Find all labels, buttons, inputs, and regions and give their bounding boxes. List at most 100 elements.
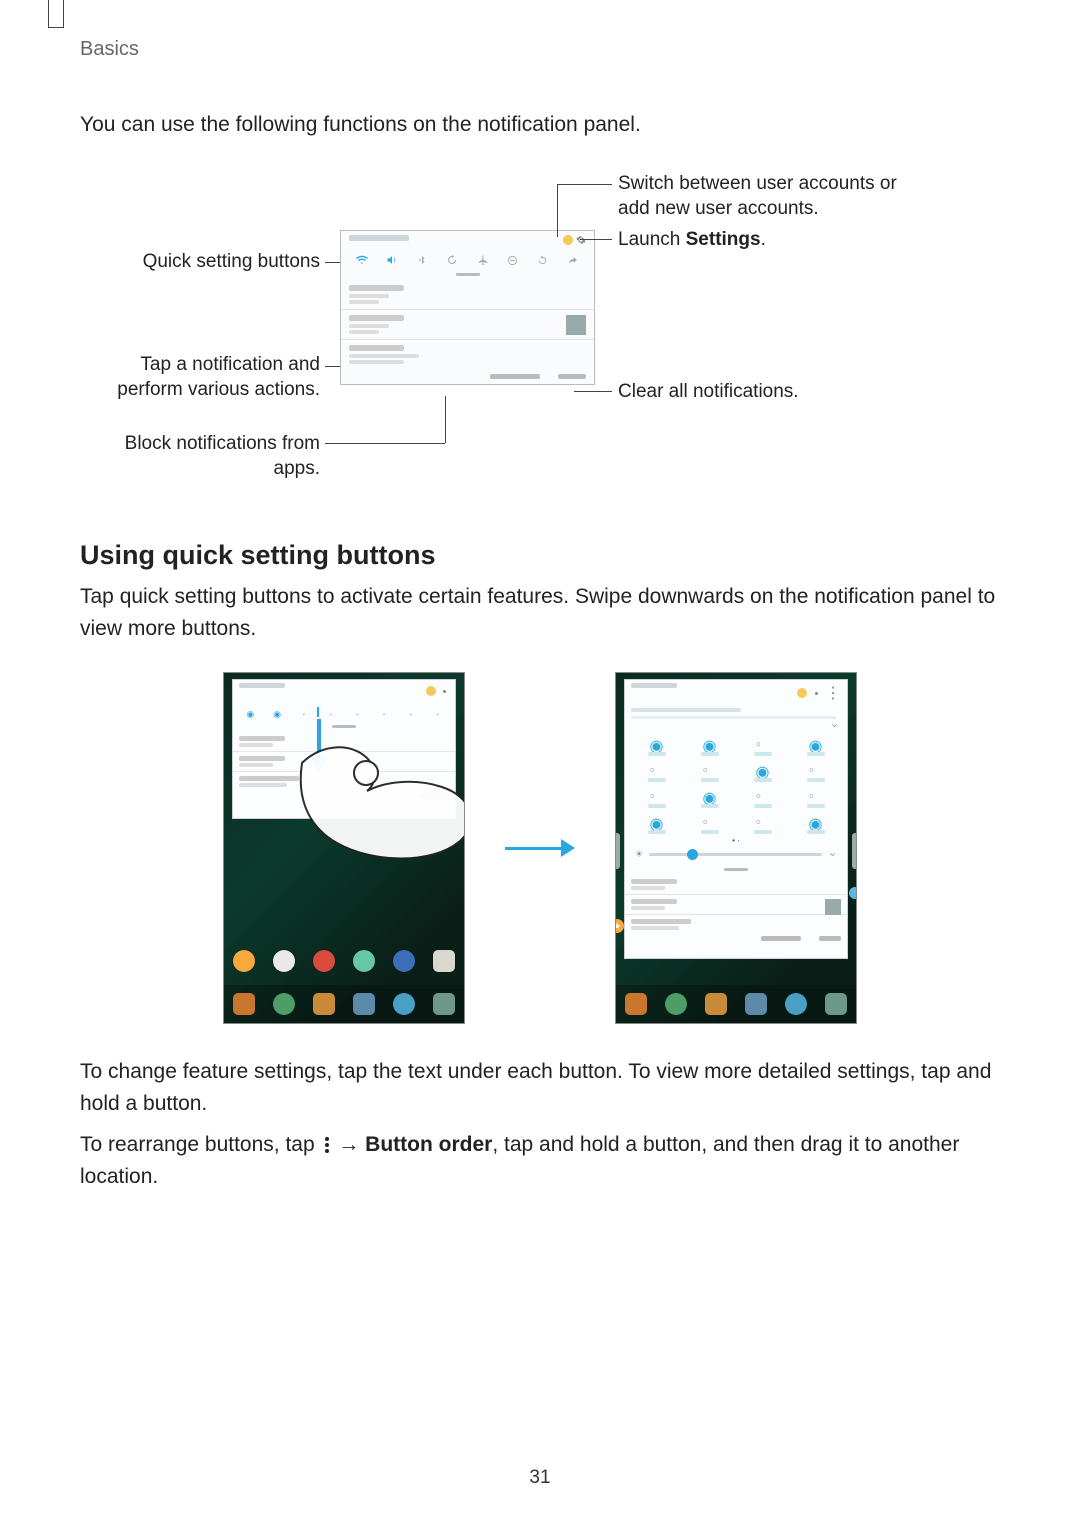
- text: Launch: [618, 229, 686, 250]
- body-paragraph-rearrange: To rearrange buttons, tap → Button order…: [80, 1129, 1000, 1192]
- text: To rearrange buttons, tap: [80, 1133, 321, 1156]
- text-bold: Settings: [686, 229, 761, 250]
- sound-icon[interactable]: ◉: [703, 736, 717, 750]
- brightness-icon: ☀: [635, 849, 643, 860]
- leader-line: [574, 391, 612, 392]
- callout-quick-settings: Quick setting buttons: [80, 250, 320, 275]
- callout-tap-notification: Tap a notification and perform various a…: [80, 353, 320, 402]
- notification-item[interactable]: [341, 280, 594, 310]
- more-icon: ⋮: [825, 685, 841, 702]
- chevron-down-icon: [828, 850, 837, 859]
- block-notifications-button[interactable]: [490, 374, 540, 379]
- private-icon[interactable]: ◉: [809, 814, 823, 828]
- star-badge-icon: ★: [615, 919, 624, 933]
- app-icon: [233, 950, 255, 972]
- device-before: ◉ ◉ ◦ ◦ ◦ ◦ ◦ ◦: [223, 672, 465, 1024]
- callout-launch-settings: Launch Settings.: [618, 228, 766, 253]
- user-account-icon: [797, 688, 807, 698]
- page-number: 31: [0, 1467, 1080, 1489]
- settings-gear-icon: [812, 689, 821, 698]
- notification-panel-diagram: Quick setting buttons Tap a notification…: [80, 170, 1000, 480]
- dock-icon: [745, 993, 767, 1015]
- rotate-icon[interactable]: [445, 253, 459, 267]
- reading-icon[interactable]: ◦: [650, 788, 664, 802]
- user-account-icon[interactable]: [563, 235, 573, 245]
- callout-block-notifications: Block notifications from apps.: [80, 432, 320, 481]
- section-header: Basics: [80, 38, 139, 61]
- hotspot-icon[interactable]: ◉: [703, 788, 717, 802]
- body-paragraph: Tap quick setting buttons to activate ce…: [80, 581, 1000, 644]
- sync-icon[interactable]: ◦: [809, 788, 823, 802]
- dnd-icon[interactable]: ◦: [703, 762, 717, 776]
- swipe-demo-figure: ◉ ◉ ◦ ◦ ◦ ◦ ◦ ◦: [80, 672, 1000, 1024]
- leader-line: [557, 184, 612, 185]
- app-icon: [313, 950, 335, 972]
- power-icon[interactable]: ◦: [703, 814, 717, 828]
- brightness-slider[interactable]: ☀: [625, 845, 847, 866]
- notification-item[interactable]: [341, 340, 594, 369]
- dock-icon: [665, 993, 687, 1015]
- airplane-icon[interactable]: [476, 253, 490, 267]
- text: →: [333, 1133, 366, 1156]
- dock-icon: [705, 993, 727, 1015]
- wifi-icon[interactable]: ◉: [650, 736, 664, 750]
- share-icon[interactable]: ◦: [809, 762, 823, 776]
- mirroring-icon[interactable]: ◦: [756, 814, 770, 828]
- text-bold: Button order: [365, 1133, 492, 1156]
- leader-line: [325, 443, 445, 444]
- leader-line: [445, 396, 446, 443]
- drag-handle-icon[interactable]: [456, 273, 480, 276]
- bluetooth-icon[interactable]: ◦: [756, 736, 770, 750]
- settings-gear-icon[interactable]: [576, 235, 586, 245]
- settings-gear-icon: [440, 687, 449, 696]
- text: .: [761, 229, 766, 250]
- transition-arrow-icon: [505, 839, 575, 857]
- dock-icon: [393, 993, 415, 1015]
- notification-item[interactable]: [341, 310, 594, 340]
- app-icon: [273, 950, 295, 972]
- leader-line: [557, 184, 558, 237]
- clear-all-button[interactable]: [558, 374, 586, 379]
- hand-gesture-icon: [282, 713, 465, 873]
- user-account-icon: [426, 686, 436, 696]
- leader-line: [580, 239, 612, 240]
- dock-icon: [625, 993, 647, 1015]
- sound-icon[interactable]: [385, 253, 399, 267]
- callout-clear-all: Clear all notifications.: [618, 380, 799, 405]
- edge-tab-icon: [615, 833, 620, 869]
- blue-light-icon[interactable]: ◉: [650, 814, 664, 828]
- dock-icon: [785, 993, 807, 1015]
- body-paragraph: To change feature settings, tap the text…: [80, 1056, 1000, 1119]
- apps-grid-icon: [433, 950, 455, 972]
- dock-icon: [273, 993, 295, 1015]
- wifi-icon: ◉: [244, 708, 256, 720]
- side-dot-icon: [849, 887, 857, 899]
- app-icon: [393, 950, 415, 972]
- dock-icon: [233, 993, 255, 1015]
- quick-settings-row[interactable]: [341, 249, 594, 271]
- data-icon[interactable]: ◦: [756, 788, 770, 802]
- quick-settings-grid[interactable]: ◉ ◉ ◦ ◉ ◦ ◦ ◉ ◦ ◦ ◉ ◦ ◦ ◉ ◦ ◦ ◉: [625, 730, 847, 836]
- status-time-placeholder: [349, 235, 409, 241]
- dock-apps-icon: [433, 993, 455, 1015]
- more-options-icon: [321, 1135, 333, 1155]
- rotate-icon[interactable]: ◉: [809, 736, 823, 750]
- section-heading: Using quick setting buttons: [80, 540, 1000, 571]
- dnd-icon[interactable]: [506, 253, 520, 267]
- bluetooth-icon[interactable]: [415, 253, 429, 267]
- dock-icon: [313, 993, 335, 1015]
- dock-icon: [353, 993, 375, 1015]
- chevron-down-icon: [830, 721, 839, 730]
- notification-panel-mock: [340, 230, 595, 385]
- dock-apps-icon: [825, 993, 847, 1015]
- callout-switch-users: Switch between user accounts or add new …: [618, 172, 918, 221]
- location-icon[interactable]: ◉: [756, 762, 770, 776]
- app-icon: [353, 950, 375, 972]
- sync-icon[interactable]: [536, 253, 550, 267]
- edge-tab-icon: [852, 833, 857, 869]
- airplane-icon[interactable]: ◦: [650, 762, 664, 776]
- intro-text: You can use the following functions on t…: [80, 110, 1000, 140]
- page-tab-edge: [48, 0, 64, 28]
- wifi-icon[interactable]: [355, 253, 369, 267]
- share-icon[interactable]: [566, 253, 580, 267]
